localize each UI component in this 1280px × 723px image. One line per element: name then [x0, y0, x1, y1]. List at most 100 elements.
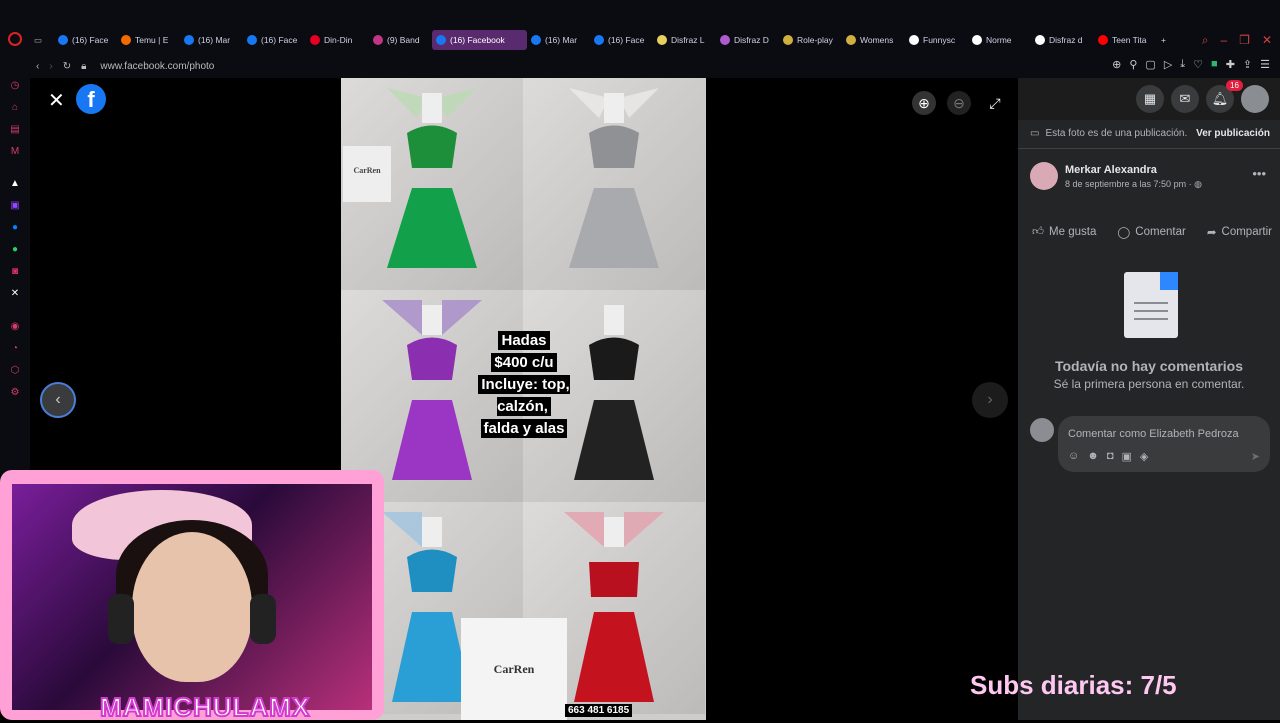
comment-icon: ◯	[1117, 227, 1131, 239]
youtube-icon	[1098, 35, 1108, 45]
close-viewer-icon[interactable]: ✕	[48, 88, 65, 113]
fullscreen-button[interactable]: ⤢	[983, 91, 1007, 115]
webcam-overlay	[0, 470, 384, 720]
reload-icon[interactable]: ↻	[63, 61, 71, 72]
url-field[interactable]: www.facebook.com/photo	[100, 61, 214, 72]
more-options-icon[interactable]: •••	[1252, 166, 1266, 181]
view-post-link[interactable]: Ver publicación	[1196, 128, 1270, 139]
maximize-icon[interactable]: ❐	[1239, 33, 1250, 48]
new-tab-button[interactable]: +	[1157, 30, 1177, 50]
comment-button[interactable]: ◯ Comentar	[1117, 225, 1185, 239]
play-icon[interactable]: ▷	[1164, 58, 1172, 71]
tab-label: (16) Facebook	[450, 35, 505, 45]
zoom-icon[interactable]: ⊕	[1112, 58, 1121, 71]
speed-dial-icon[interactable]: ◷	[9, 80, 21, 92]
browser-tab-bar: ▭ (16) Face Temu | E (16) Mar (16) Face Din-…	[0, 0, 1280, 80]
emoji-icon[interactable]: ☻	[1087, 450, 1099, 463]
browser-tab[interactable]: (16) Facebook	[432, 30, 527, 50]
facebook-icon	[531, 35, 541, 45]
close-window-icon[interactable]: ✕	[1262, 33, 1272, 48]
heart-icon[interactable]: ♡	[1193, 58, 1203, 71]
share-icon[interactable]: ⇪	[1243, 58, 1252, 71]
extensions-icon[interactable]: ⬡	[9, 365, 21, 377]
download-icon[interactable]: ⤓	[1180, 58, 1185, 71]
whatsapp-icon[interactable]: ●	[9, 244, 21, 256]
share-arrow-icon: ➦	[1206, 227, 1217, 239]
caption-line-1: Hadas	[498, 331, 550, 350]
browser-tab[interactable]: Disfraz d	[1031, 30, 1094, 50]
browser-tab[interactable]: (16) Mar	[527, 30, 590, 50]
tab-label: Role-play	[797, 35, 833, 45]
twitch-icon[interactable]: ▣	[9, 200, 21, 212]
opera-logo-icon[interactable]	[8, 32, 22, 46]
avatar-sticker-icon[interactable]: ☺	[1068, 450, 1079, 463]
browser-tab[interactable]: Role-play	[779, 30, 842, 50]
browser-tab[interactable]: Funnysc	[905, 30, 968, 50]
browser-tab[interactable]: Din-Din	[306, 30, 369, 50]
next-photo-button[interactable]: ›	[972, 382, 1008, 418]
puzzle-icon[interactable]: ✚	[1226, 58, 1235, 71]
browser-tab[interactable]: Temu | E	[117, 30, 180, 50]
instagram-icon	[373, 35, 383, 45]
tab-grid-icon[interactable]: ▭	[30, 30, 54, 50]
sticker-icon[interactable]: ◈	[1140, 450, 1148, 463]
zoom-in-button[interactable]: ⊕	[912, 91, 936, 115]
empty-comments-icon	[1124, 272, 1178, 338]
browser-tab[interactable]: Teen Tita	[1094, 30, 1157, 50]
menu-icon[interactable]: ☰	[1260, 58, 1270, 71]
settings-icon[interactable]: ⚙	[9, 387, 21, 399]
post-date[interactable]: 8 de septiembre a las 7:50 pm · ◍	[1065, 179, 1202, 190]
browser-tab[interactable]: (16) Face	[243, 30, 306, 50]
history-icon[interactable]: ◔	[9, 343, 21, 355]
tab-label: Disfraz L	[671, 35, 705, 45]
tab-label: (16) Face	[261, 35, 298, 45]
snapshot-icon[interactable]: ▢	[1145, 58, 1155, 71]
browser-tab[interactable]: Disfraz L	[653, 30, 716, 50]
menu-grid-icon[interactable]: ▦	[1136, 85, 1164, 113]
browser-tab[interactable]: Norme	[968, 30, 1031, 50]
browser-tab[interactable]: (16) Mar	[180, 30, 243, 50]
browser-tab[interactable]: (16) Face	[54, 30, 117, 50]
pin-icon[interactable]: ⚲	[1129, 58, 1137, 71]
previous-photo-button[interactable]: ‹	[40, 382, 76, 418]
tab-label: (16) Face	[608, 35, 645, 45]
send-icon[interactable]: ➤	[1251, 450, 1260, 463]
x-icon[interactable]: ✕	[9, 288, 21, 300]
browser-tab[interactable]: Disfraz D	[716, 30, 779, 50]
extension-icon[interactable]: ■	[1211, 58, 1218, 71]
share-button[interactable]: ➦ Compartir	[1207, 225, 1272, 239]
player-icon[interactable]: ◉	[9, 321, 21, 333]
pinterest-icon	[310, 35, 320, 45]
aria-icon[interactable]: ▲	[9, 178, 21, 190]
facebook-logo-icon[interactable]: f	[76, 84, 106, 114]
empty-comments-subtitle: Sé la primera persona en comentar.	[1053, 377, 1245, 391]
instagram-icon[interactable]: ◙	[9, 266, 21, 278]
like-button[interactable]: 👍︎ Me gusta	[1032, 225, 1096, 239]
messenger-icon[interactable]: ✉	[1171, 85, 1199, 113]
wallet-icon[interactable]: ▤	[9, 124, 21, 136]
camera-icon[interactable]: ◘	[1107, 450, 1114, 463]
webcam-feed	[12, 484, 372, 710]
tab-label: Disfraz D	[734, 35, 769, 45]
author-avatar[interactable]	[1030, 162, 1058, 190]
search-tabs-icon[interactable]: ⌕	[1202, 33, 1209, 48]
mail-icon[interactable]: M	[9, 146, 21, 158]
browser-tab[interactable]: Womens	[842, 30, 905, 50]
tab-label: Teen Tita	[1112, 35, 1147, 45]
shopping-icon[interactable]: ⌂	[9, 102, 21, 114]
shop-icon	[657, 35, 667, 45]
gif-icon[interactable]: ▣	[1121, 450, 1131, 463]
comment-input[interactable]	[1068, 428, 1258, 440]
minimize-icon[interactable]: –	[1220, 33, 1227, 48]
browser-extensions: ⊕ ⚲ ▢ ▷ ⤓ ♡ ■ ✚ ⇪ ☰	[1112, 58, 1270, 71]
profile-avatar[interactable]	[1241, 85, 1269, 113]
forward-icon[interactable]: ›	[49, 61, 52, 72]
zoom-out-button[interactable]: ⊖	[947, 91, 971, 115]
messenger-icon[interactable]: ●	[9, 222, 21, 234]
author-name[interactable]: Merkar Alexandra	[1065, 164, 1157, 176]
back-icon[interactable]: ‹	[36, 61, 39, 72]
panel-top-bar: ▦ ✉ 🔔︎ 16	[1018, 78, 1280, 120]
browser-tab[interactable]: (9) Band	[369, 30, 432, 50]
green-costume-image	[387, 88, 477, 268]
browser-tab[interactable]: (16) Face	[590, 30, 653, 50]
